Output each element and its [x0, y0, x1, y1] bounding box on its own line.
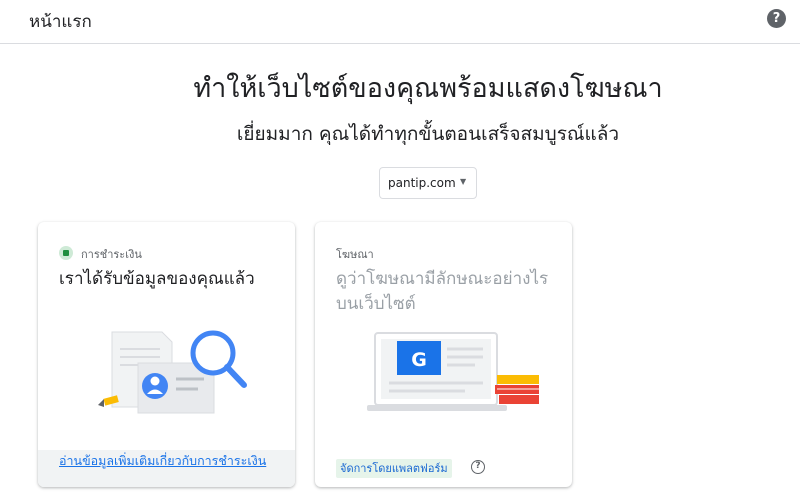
ads-illustration: G [367, 332, 539, 411]
caret-down-icon: ▼ [460, 177, 467, 186]
top-bar: หน้าแรก ? [0, 0, 800, 44]
svg-text:G: G [411, 349, 427, 371]
ads-card-heading: ดูว่าโฆษณามีลักษณะอย่างไรบนเว็บไซต์ [336, 269, 549, 314]
main-headline: ทำให้เว็บไซต์ของคุณพร้อมแสดงโฆษณา [193, 73, 663, 104]
ads-card-label: โฆษณา [336, 248, 374, 261]
main-subheadline: เยี่ยมมาก คุณได้ทำทุกขั้นตอนเสร็จสมบูรณ์… [236, 123, 620, 145]
status-check-icon [59, 246, 73, 260]
help-circle-icon[interactable]: ? [767, 9, 786, 28]
payment-status-label: การชำระเงิน [81, 248, 142, 261]
managed-by-platform-badge: จัดการโดยแพลตฟอร์ม [336, 459, 452, 478]
page-title: หน้าแรก [29, 12, 92, 32]
site-select-dropdown[interactable]: pantip.com ▼ [379, 167, 477, 199]
help-circle-icon[interactable]: ? [471, 460, 485, 474]
payment-card: การชำระเงิน เราได้รับข้อมูลของคุณแล้ว อ่… [38, 222, 295, 487]
payment-learn-more-link[interactable]: อ่านข้อมูลเพิ่มเติมเกี่ยวกับการชำระเงิน [59, 452, 279, 470]
ads-card: โฆษณา ดูว่าโฆษณามีลักษณะอย่างไรบนเว็บไซต… [315, 222, 572, 487]
site-select-value: pantip.com [388, 176, 456, 190]
payment-card-heading: เราได้รับข้อมูลของคุณแล้ว [59, 269, 255, 289]
payment-illustration [98, 330, 247, 414]
